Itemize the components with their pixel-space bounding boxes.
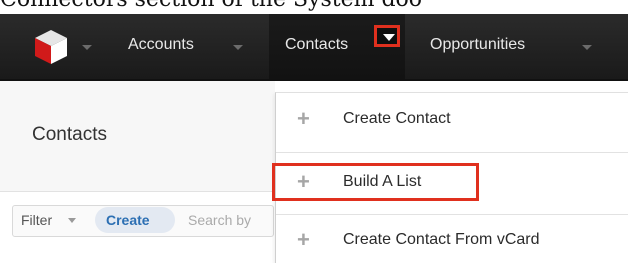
nav-contacts-label: Contacts bbox=[285, 36, 349, 53]
top-navbar: Accounts Contacts Opportunities bbox=[0, 14, 628, 81]
filter-dropdown[interactable]: Filter bbox=[21, 212, 52, 228]
plus-icon: + bbox=[297, 106, 310, 131]
opportunities-caret-icon[interactable] bbox=[582, 45, 592, 50]
highlight-box bbox=[272, 163, 479, 201]
nav-opportunities[interactable]: Opportunities bbox=[420, 14, 535, 79]
menu-item-create-contact-from-vcard[interactable]: Create Contact From vCard bbox=[343, 231, 540, 249]
logo-caret-icon[interactable] bbox=[82, 45, 92, 50]
logo-cube-icon[interactable] bbox=[32, 28, 70, 66]
menu-divider bbox=[276, 214, 628, 215]
plus-icon: + bbox=[297, 227, 310, 252]
chevron-down-icon bbox=[383, 34, 395, 41]
nav-accounts[interactable]: Accounts bbox=[118, 14, 204, 79]
filter-caret-icon[interactable] bbox=[68, 218, 76, 223]
search-input[interactable]: Search by bbox=[188, 212, 274, 228]
create-filter-label[interactable]: Create bbox=[106, 212, 150, 228]
menu-item-create-contact[interactable]: Create Contact bbox=[343, 110, 451, 128]
document-caption: Connectors section of the System doo bbox=[0, 0, 628, 14]
nav-accounts-label: Accounts bbox=[128, 36, 194, 53]
nav-opportunities-label: Opportunities bbox=[430, 36, 526, 53]
menu-divider bbox=[276, 152, 628, 153]
contacts-dropdown-button[interactable] bbox=[374, 25, 400, 47]
page-title: Contacts bbox=[32, 124, 107, 145]
accounts-caret-icon[interactable] bbox=[233, 45, 243, 50]
